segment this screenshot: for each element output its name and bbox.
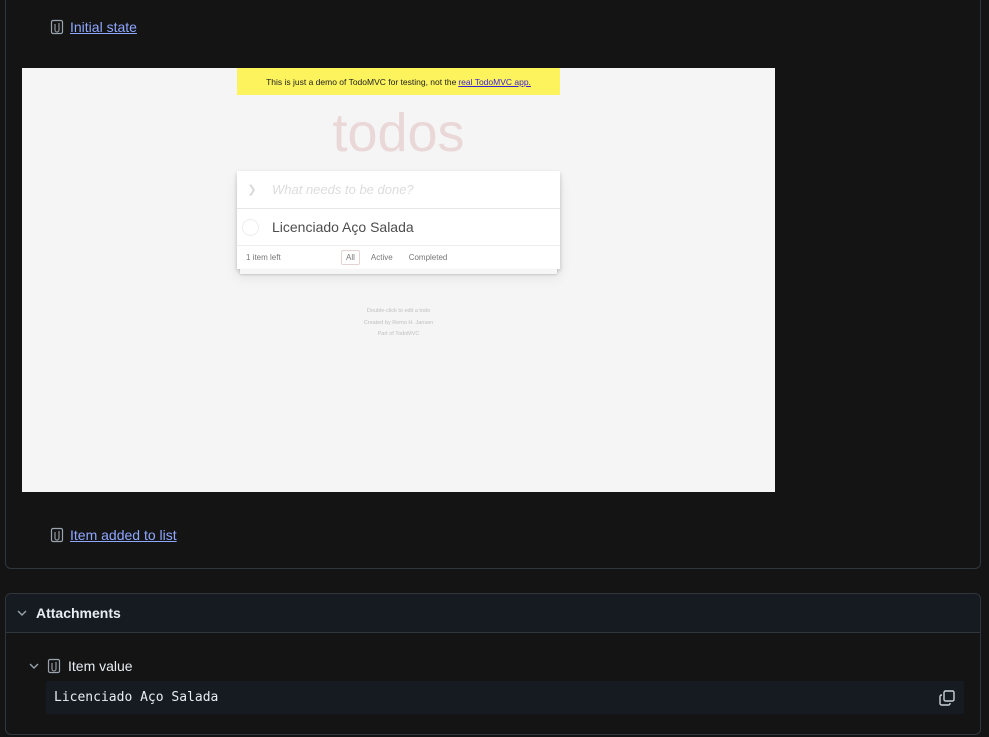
toggle-all-chevron-icon[interactable]: ❯ <box>237 183 267 196</box>
items-left-count: 1 item left <box>246 253 281 262</box>
filter-all[interactable]: All <box>341 250 360 265</box>
step-item-added[interactable]: Item added to list <box>50 527 177 543</box>
chevron-down-icon[interactable] <box>28 660 40 672</box>
chevron-down-icon[interactable] <box>16 607 28 619</box>
step-initial-state-link[interactable]: Initial state <box>70 19 137 35</box>
attachment-icon <box>50 19 64 35</box>
attachment-value-box: Licenciado Aço Salada <box>46 681 964 714</box>
filter-active[interactable]: Active <box>366 250 398 265</box>
todo-list-item[interactable]: Licenciado Aço Salada <box>237 209 560 246</box>
attachments-panel: Attachments Item value Licenciado Aço Sa… <box>5 593 981 735</box>
attachment-value: Licenciado Aço Salada <box>54 690 219 705</box>
attachments-header[interactable]: Attachments <box>6 594 980 633</box>
new-todo-row: ❯ <box>237 171 560 209</box>
info-footer: Double-click to edit a todo Created by R… <box>237 306 560 341</box>
banner-text: This is just a demo of TodoMVC for testi… <box>266 76 457 87</box>
todo-footer: 1 item left All Active Completed <box>237 246 560 269</box>
step-initial-state[interactable]: Initial state <box>50 19 137 35</box>
attachment-item-label: Item value <box>68 658 133 674</box>
attachments-title: Attachments <box>36 605 121 621</box>
info-line: Created by Remo H. Jansen <box>363 319 434 326</box>
attachment-item-header[interactable]: Item value <box>28 658 133 674</box>
demo-banner: This is just a demo of TodoMVC for testi… <box>237 68 560 95</box>
todo-checkbox[interactable] <box>242 218 259 236</box>
attachment-icon <box>47 658 61 674</box>
attachment-icon <box>50 527 64 543</box>
app-title: todos <box>332 103 465 163</box>
new-todo-input[interactable] <box>272 182 552 197</box>
filters: All Active Completed <box>341 250 452 265</box>
todo-label[interactable]: Licenciado Aço Salada <box>272 219 414 235</box>
filter-completed[interactable]: Completed <box>404 250 453 265</box>
banner-link[interactable]: real TodoMVC app. <box>458 77 531 87</box>
copy-icon[interactable] <box>938 689 956 707</box>
todo-app: ❯ Licenciado Aço Salada 1 item left All … <box>237 171 560 274</box>
info-line: Double-click to edit a todo <box>366 308 431 314</box>
info-line: Part of TodoMVC <box>377 331 420 337</box>
step-item-added-link[interactable]: Item added to list <box>70 527 177 543</box>
screenshot-image: This is just a demo of TodoMVC for testi… <box>22 68 775 492</box>
